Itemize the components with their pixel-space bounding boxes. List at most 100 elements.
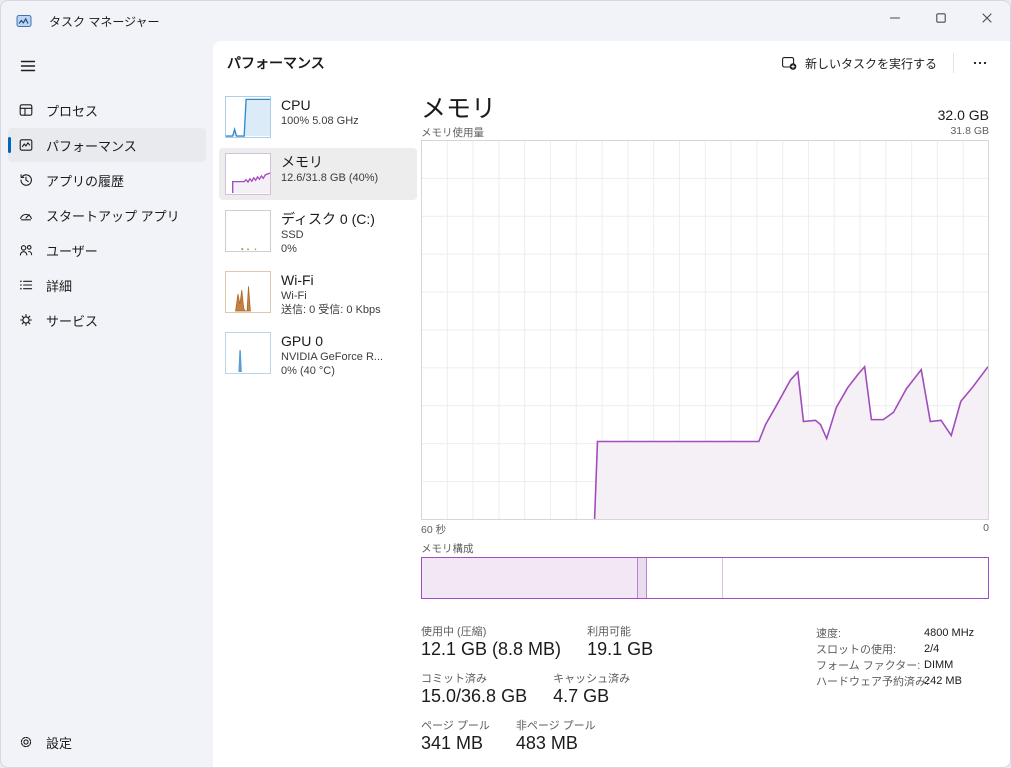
hamburger-icon bbox=[20, 60, 36, 72]
sidebar-item-details[interactable]: 詳細 bbox=[8, 268, 206, 302]
window-title: タスク マネージャー bbox=[49, 14, 160, 29]
hw-value: 4800 MHz bbox=[924, 627, 975, 639]
sidebar-item-processes[interactable]: プロセス bbox=[8, 93, 206, 127]
sidebar-item-label: 詳細 bbox=[46, 278, 73, 294]
memory-composition-bar bbox=[421, 557, 989, 599]
sidebar-item-services[interactable]: サービス bbox=[8, 303, 206, 337]
performance-tile-list: CPU 100% 5.08 GHz メモリ 12.6/31.8 GB (40%) bbox=[219, 91, 417, 388]
performance-icon bbox=[18, 137, 34, 153]
composition-segment-free bbox=[723, 558, 988, 598]
users-icon bbox=[18, 242, 34, 258]
disk-mini-chart bbox=[225, 210, 271, 252]
minimize-button[interactable] bbox=[872, 1, 918, 35]
perf-tile-wifi[interactable]: Wi-Fi Wi-Fi 送信: 0 受信: 0 Kbps bbox=[219, 266, 417, 322]
memory-mini-chart bbox=[225, 153, 271, 195]
window-controls bbox=[872, 1, 1010, 41]
content-header: パフォーマンス 新しいタスクを実行する bbox=[213, 41, 1010, 85]
sidebar-item-app-history[interactable]: アプリの履歴 bbox=[8, 163, 206, 197]
x-axis-left-label: 60 秒 bbox=[421, 524, 447, 536]
nav-menu-button[interactable] bbox=[9, 49, 47, 83]
sidebar-item-label: ユーザー bbox=[46, 243, 98, 259]
sidebar-item-label: プロセス bbox=[46, 103, 99, 119]
processes-icon bbox=[18, 102, 34, 118]
close-icon bbox=[982, 13, 992, 23]
hardware-info: 速度: 4800 MHz スロットの使用: 2/4 フォーム ファクター: DI… bbox=[816, 625, 974, 689]
maximize-icon bbox=[936, 13, 946, 23]
run-new-task-button[interactable]: 新しいタスクを実行する bbox=[771, 49, 947, 78]
list-icon bbox=[18, 277, 34, 293]
sidebar: プロセス パフォーマンス アプリの履歴 スタートアップ アプリ ユーザー 詳細 … bbox=[1, 41, 213, 767]
hw-form-factor: フォーム ファクター: DIMM bbox=[816, 657, 974, 673]
ellipsis-icon bbox=[973, 61, 987, 65]
hw-label: スロットの使用: bbox=[816, 644, 897, 656]
stat-label: 非ページ プール bbox=[515, 720, 596, 732]
composition-segment-standby bbox=[647, 558, 724, 598]
sidebar-item-performance[interactable]: パフォーマンス bbox=[8, 128, 206, 162]
hw-value: 2/4 bbox=[924, 643, 940, 655]
memory-total-capacity: 32.0 GB bbox=[937, 107, 989, 123]
services-gear-icon bbox=[18, 312, 34, 328]
sidebar-item-startup-apps[interactable]: スタートアップ アプリ bbox=[8, 198, 206, 232]
wifi-mini-chart bbox=[225, 271, 271, 313]
stat-label: 使用中 (圧縮) bbox=[421, 626, 487, 638]
sidebar-item-label: アプリの履歴 bbox=[46, 173, 125, 189]
sidebar-item-settings[interactable]: 設定 bbox=[8, 725, 206, 759]
page-title: パフォーマンス bbox=[227, 55, 325, 71]
gpu-mini-chart bbox=[225, 332, 271, 374]
tile-stat: NVIDIA GeForce R... bbox=[281, 351, 384, 363]
tile-name: Wi-Fi bbox=[281, 272, 314, 288]
hw-label: ハードウェア予約済み: bbox=[816, 676, 930, 688]
x-axis-right-label: 0 bbox=[983, 522, 989, 534]
perf-tile-cpu[interactable]: CPU 100% 5.08 GHz bbox=[219, 91, 417, 143]
stat-in-use-compressed: 使用中 (圧縮) 12.1 GB (8.8 MB) bbox=[421, 623, 561, 661]
stat-available: 利用可能 19.1 GB bbox=[587, 623, 653, 661]
run-new-task-label: 新しいタスクを実行する bbox=[804, 56, 937, 71]
perf-tile-memory[interactable]: メモリ 12.6/31.8 GB (40%) bbox=[219, 148, 417, 200]
history-clock-icon bbox=[18, 172, 34, 188]
content-panel: パフォーマンス 新しいタスクを実行する CPU 100% 5.08 GHz メモ… bbox=[213, 41, 1010, 767]
stat-value: 4.7 GB bbox=[553, 686, 610, 706]
perf-tile-disk[interactable]: ディスク 0 (C:) SSD 0% bbox=[219, 205, 417, 261]
stat-non-paged-pool: 非ページ プール 483 MB bbox=[516, 717, 596, 755]
stat-value: 483 MB bbox=[515, 733, 578, 753]
titlebar: タスク マネージャー bbox=[1, 1, 1010, 41]
sidebar-item-users[interactable]: ユーザー bbox=[8, 233, 206, 267]
hw-value: 242 MB bbox=[924, 675, 962, 687]
selection-indicator bbox=[8, 137, 11, 153]
stat-value: 19.1 GB bbox=[587, 639, 654, 659]
settings-gear-icon bbox=[18, 734, 34, 750]
task-manager-window: タスク マネージャー プロセス パフォーマンス アプリの履歴 スタートアップ ア… bbox=[0, 0, 1011, 768]
memory-detail-panel: メモリ 32.0 GB メモリ使用量 31.8 GB 60 秒 0 メモリ構成 bbox=[421, 95, 989, 764]
tile-name: CPU bbox=[281, 97, 311, 113]
cpu-mini-chart bbox=[225, 96, 271, 138]
perf-tile-gpu[interactable]: GPU 0 NVIDIA GeForce R... 0% (40 °C) bbox=[219, 327, 417, 383]
stat-value: 341 MB bbox=[421, 733, 484, 753]
hw-label: 速度: bbox=[816, 628, 842, 640]
stat-paged-pool: ページ プール 341 MB bbox=[421, 717, 490, 755]
tile-stat: SSD bbox=[281, 229, 304, 241]
minimize-icon bbox=[889, 17, 901, 19]
new-task-icon bbox=[782, 57, 797, 70]
tile-stat: Wi-Fi bbox=[281, 290, 307, 302]
stat-committed: コミット済み 15.0/36.8 GB bbox=[421, 670, 527, 708]
more-options-button[interactable] bbox=[960, 49, 1000, 77]
usage-caption: メモリ使用量 bbox=[421, 127, 484, 139]
stat-cached: キャッシュ済み 4.7 GB bbox=[553, 670, 630, 708]
hw-speed: 速度: 4800 MHz bbox=[816, 625, 974, 641]
sidebar-item-label: 設定 bbox=[46, 735, 73, 751]
stat-value: 15.0/36.8 GB bbox=[421, 686, 528, 706]
composition-segment-modified bbox=[638, 558, 648, 598]
tile-stat: 0% (40 °C) bbox=[281, 365, 335, 377]
speedometer-icon bbox=[18, 207, 34, 223]
maximize-button[interactable] bbox=[918, 1, 964, 35]
tile-name: メモリ bbox=[281, 154, 323, 170]
memory-stats: 使用中 (圧縮) 12.1 GB (8.8 MB) 利用可能 19.1 GB コ… bbox=[421, 623, 989, 755]
tile-stat: 送信: 0 受信: 0 Kbps bbox=[281, 304, 381, 316]
hw-label: フォーム ファクター: bbox=[816, 660, 921, 672]
stat-label: ページ プール bbox=[421, 720, 490, 732]
sidebar-item-label: スタートアップ アプリ bbox=[46, 208, 180, 224]
tile-stat: 0% bbox=[281, 243, 297, 255]
task-manager-icon bbox=[16, 13, 32, 29]
close-button[interactable] bbox=[964, 1, 1010, 35]
hw-hardware-reserved: ハードウェア予約済み: 242 MB bbox=[816, 673, 974, 689]
